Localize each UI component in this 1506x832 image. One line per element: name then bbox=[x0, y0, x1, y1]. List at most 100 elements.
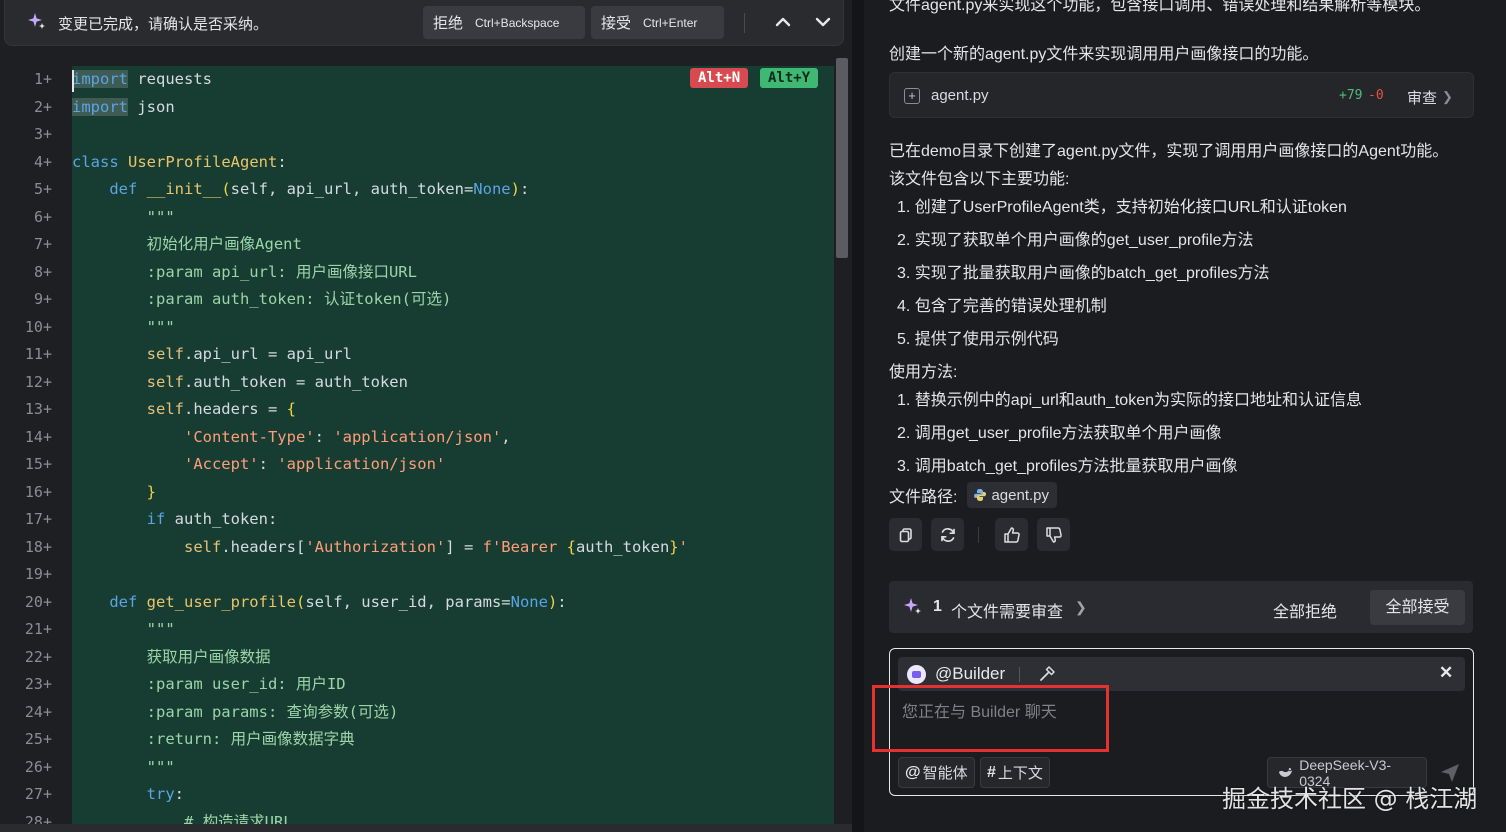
line-number: 20+ bbox=[24, 592, 52, 611]
summary-line: 该文件包含以下主要功能: bbox=[889, 171, 1070, 188]
code-line: try: bbox=[72, 781, 834, 809]
code-token: """ bbox=[72, 317, 175, 336]
agent-mention-button[interactable]: @ 智能体 bbox=[898, 757, 975, 788]
like-button[interactable] bbox=[995, 518, 1028, 551]
pending-file-count: 1 bbox=[933, 598, 942, 615]
pane-divider[interactable] bbox=[852, 0, 864, 832]
feature-item: 2. 实现了获取单个用户画像的get_user_profile方法 bbox=[897, 232, 1254, 249]
code-token: 获取用户画像数据 bbox=[72, 647, 271, 666]
review-link[interactable]: 审查 bbox=[1407, 87, 1437, 108]
dislike-button[interactable] bbox=[1037, 518, 1070, 551]
accept-all-button[interactable]: 全部接受 bbox=[1370, 590, 1465, 625]
code-line: """ bbox=[72, 204, 834, 232]
line-number: 7+ bbox=[33, 235, 52, 253]
context-button[interactable]: # 上下文 bbox=[980, 757, 1050, 788]
horizontal-scrollbar[interactable] bbox=[0, 824, 852, 832]
lines-removed: -0 bbox=[1368, 88, 1384, 103]
code-token: None bbox=[473, 180, 511, 198]
code-token: json bbox=[137, 97, 175, 116]
code-token: .headers = bbox=[183, 400, 287, 418]
code-line: } bbox=[72, 479, 834, 507]
file-path-chip[interactable]: agent.py bbox=[967, 482, 1057, 508]
code-token: ( bbox=[295, 592, 306, 611]
code-token: 'Accept' bbox=[183, 455, 259, 473]
code-token: ( bbox=[221, 180, 231, 198]
reject-label: 拒绝 bbox=[433, 14, 464, 32]
line-number: 21+ bbox=[24, 620, 52, 638]
code-token: : bbox=[557, 592, 567, 611]
line-number: 26+ bbox=[24, 757, 52, 776]
code-line: 'Content-Type': 'application/json', bbox=[72, 424, 834, 452]
code-token: auth_token bbox=[575, 537, 670, 556]
change-confirm-bar: 变更已完成，请确认是否采纳。 拒绝 Ctrl+Backspace 接受 Ctrl… bbox=[4, 0, 844, 46]
code-token: UserProfileAgent bbox=[128, 152, 278, 171]
file-change-card[interactable]: + agent.py +79 -0 审查 ❯ bbox=[889, 72, 1474, 118]
code-editor: 变更已完成，请确认是否采纳。 拒绝 Ctrl+Backspace 接受 Ctrl… bbox=[0, 0, 852, 832]
code-token: self, api_url, auth_token= bbox=[230, 180, 474, 198]
accept-hint-badge[interactable]: Alt+Y bbox=[760, 68, 819, 88]
line-number-gutter: 1+ 2+ 3+ 4+ 5+ 6+ 7+ 8+ 9+ 10+ 11+ 12+ 13+ 14+ 15+ 16+ 1… bbox=[0, 66, 70, 832]
reject-change-button[interactable]: 拒绝 Ctrl+Backspace bbox=[423, 6, 585, 39]
code-token: } bbox=[146, 482, 156, 501]
copy-icon bbox=[899, 527, 912, 542]
chevron-up-icon[interactable] bbox=[773, 12, 793, 32]
thumbs-down-icon bbox=[1045, 526, 1062, 543]
code-token: if bbox=[146, 510, 175, 528]
code-token: ' bbox=[678, 537, 688, 556]
usage-item: 3. 调用batch_get_profiles方法批量获取用户画像 bbox=[897, 458, 1238, 475]
code-token: : bbox=[258, 455, 278, 473]
code-token: 'application/json' bbox=[333, 427, 502, 446]
copy-button[interactable] bbox=[889, 518, 922, 551]
change-message: 变更已完成，请确认是否采纳。 bbox=[58, 15, 269, 33]
code-diff-area[interactable]: import requestsimport json​class UserPro… bbox=[72, 66, 834, 832]
chevron-right-icon[interactable]: ❯ bbox=[1075, 599, 1087, 616]
pending-review-text[interactable]: 个文件需要审查 bbox=[951, 598, 1063, 622]
text-cursor bbox=[72, 70, 74, 92]
regenerate-button[interactable] bbox=[931, 518, 964, 551]
code-token: def bbox=[109, 592, 147, 611]
code-token: { bbox=[286, 400, 296, 418]
reject-all-button[interactable]: 全部拒绝 bbox=[1273, 598, 1337, 622]
action-separator bbox=[978, 527, 979, 543]
chevron-down-icon[interactable] bbox=[813, 12, 833, 32]
line-number: 24+ bbox=[24, 702, 52, 721]
code-line: :param user_id: 用户ID bbox=[72, 671, 834, 699]
sparkle-icon bbox=[28, 13, 45, 29]
sparkle-icon bbox=[904, 598, 921, 614]
code-line: class UserProfileAgent: bbox=[72, 149, 834, 177]
line-number: 22+ bbox=[24, 647, 52, 666]
code-token: None bbox=[510, 592, 548, 611]
code-line: ​ bbox=[72, 561, 834, 589]
code-token: """ bbox=[72, 757, 175, 776]
feature-item: 5. 提供了使用示例代码 bbox=[897, 331, 1059, 348]
code-token: :param user_id: 用户ID bbox=[72, 675, 346, 693]
line-number: 12+ bbox=[24, 372, 52, 391]
code-token: 'Content-Type' bbox=[183, 427, 315, 446]
code-token: auth_token: bbox=[174, 510, 278, 528]
code-token: f'Bearer bbox=[482, 537, 567, 556]
file-name: agent.py bbox=[931, 87, 989, 104]
accept-change-button[interactable]: 接受 Ctrl+Enter bbox=[591, 6, 724, 39]
close-icon[interactable]: ✕ bbox=[1439, 663, 1453, 683]
code-line: def __init__(self, api_url, auth_token=N… bbox=[72, 176, 834, 204]
line-number: 3+ bbox=[33, 125, 52, 143]
agent-name: @Builder bbox=[935, 664, 1006, 683]
hammer-icon[interactable] bbox=[1038, 665, 1056, 683]
code-line: def get_user_profile(self, user_id, para… bbox=[72, 589, 834, 617]
code-line: 获取用户画像数据 bbox=[72, 644, 834, 672]
vertical-scrollbar[interactable] bbox=[836, 58, 848, 258]
line-number: 4+ bbox=[33, 152, 52, 171]
line-number: 6+ bbox=[33, 207, 52, 226]
reject-hint-badge[interactable]: Alt+N bbox=[690, 68, 749, 88]
code-token: self, user_id, params= bbox=[305, 592, 511, 611]
annotation-highlight-box bbox=[872, 685, 1109, 752]
feature-item: 1. 创建了UserProfileAgent类，支持初始化接口URL和认证tok… bbox=[897, 199, 1347, 216]
agent-chip-separator bbox=[1019, 667, 1020, 682]
line-number: 11+ bbox=[24, 345, 52, 363]
feature-item: 3. 实现了批量获取用户画像的batch_get_profiles方法 bbox=[897, 265, 1270, 282]
code-token: self bbox=[146, 345, 184, 363]
